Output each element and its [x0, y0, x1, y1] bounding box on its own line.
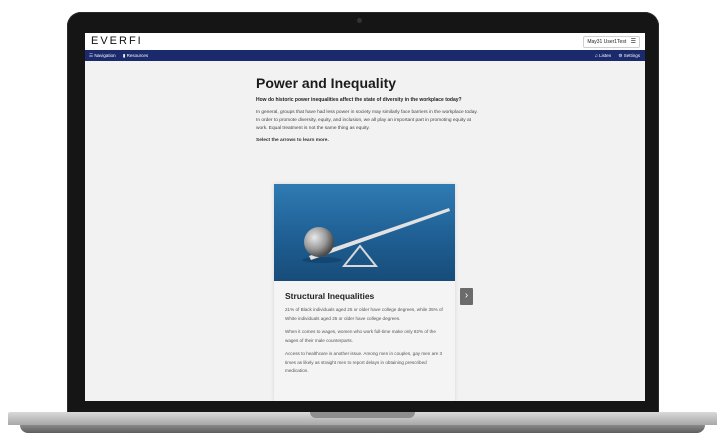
hamburger-icon: ☰ — [630, 39, 636, 45]
navigation-link[interactable]: ☰ Navigation — [89, 53, 117, 58]
nav-bar: ☰ Navigation ▮ Resources ♫ Listen ⚙ Sett… — [85, 50, 645, 61]
card-title: Structural Inequalities — [285, 291, 375, 301]
header: EVERFI May31 User1Test ☰ — [85, 33, 645, 50]
card-paragraph-2: When it comes to wages, women who work f… — [285, 329, 436, 343]
document-icon: ▮ — [122, 53, 126, 58]
base-bottom — [20, 425, 705, 433]
settings-label: Settings — [623, 53, 640, 58]
listen-label: Listen — [599, 53, 612, 58]
card-body: Structural Inequalities 21% of Black ind… — [285, 291, 445, 381]
seesaw-image — [274, 184, 455, 281]
card-paragraph-3: Access to healthcare is another issue. A… — [285, 351, 443, 373]
instruction-text: Select the arrows to learn more. — [256, 138, 329, 143]
list-icon: ☰ — [89, 53, 94, 58]
navigation-label: Navigation — [94, 53, 116, 58]
base-notch — [310, 412, 415, 418]
resources-link[interactable]: ▮ Resources — [123, 53, 148, 58]
everfi-logo: EVERFI — [91, 35, 143, 47]
user-name: May31 User1Test — [587, 39, 627, 45]
listen-button[interactable]: ♫ Listen — [595, 53, 613, 58]
main-content: Power and Inequality How do historic pow… — [256, 75, 481, 143]
settings-button[interactable]: ⚙ Settings — [618, 53, 640, 58]
carousel-card: Structural Inequalities 21% of Black ind… — [274, 184, 455, 401]
card-paragraph-1: 21% of Black individuals aged 25 or olde… — [285, 307, 443, 321]
page-title: Power and Inequality — [256, 75, 397, 91]
question-text: How do historic power inequalities affec… — [256, 97, 462, 103]
user-menu-button[interactable]: May31 User1Test ☰ — [583, 36, 640, 48]
laptop-base — [0, 412, 725, 439]
camera — [357, 18, 362, 23]
intro-paragraph: In general, groups that have had less po… — [256, 110, 478, 131]
screen: EVERFI May31 User1Test ☰ ☰ Navigation ▮ … — [85, 33, 645, 401]
headphones-icon: ♫ — [594, 53, 598, 58]
resources-label: Resources — [126, 53, 149, 58]
next-arrow-button[interactable]: › — [460, 288, 473, 305]
gear-icon: ⚙ — [618, 53, 623, 58]
